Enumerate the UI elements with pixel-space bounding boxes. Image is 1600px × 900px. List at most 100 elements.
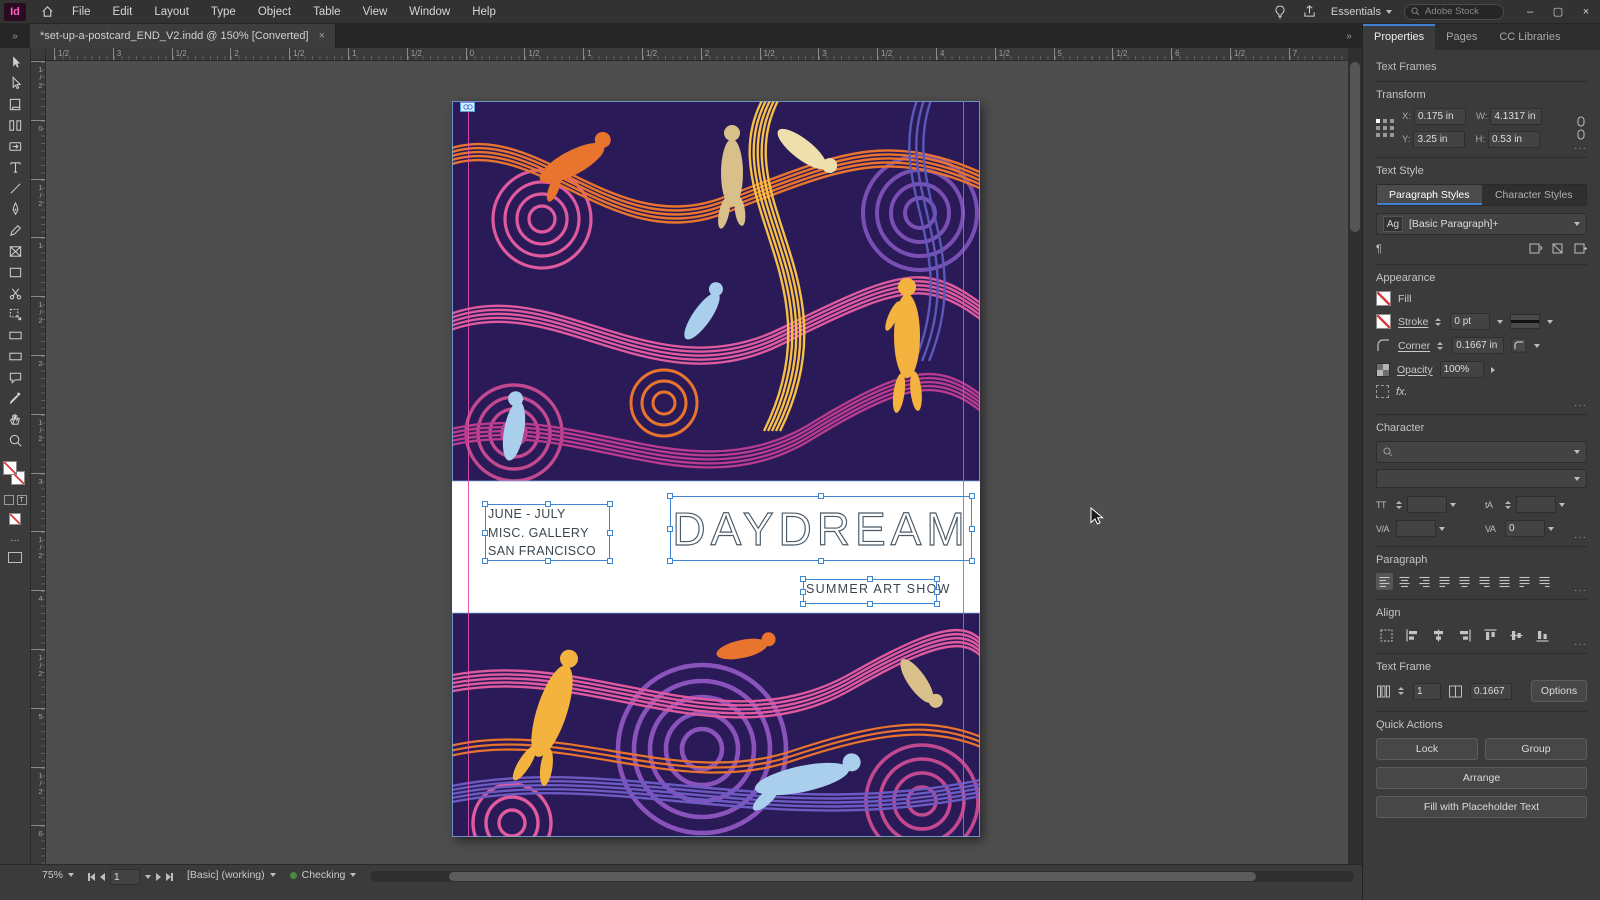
screen-mode-button[interactable] [8, 552, 22, 563]
menu-item[interactable]: Help [472, 6, 496, 18]
pen-tool[interactable] [2, 199, 28, 220]
panel-collapse-icon[interactable]: » [1336, 24, 1362, 48]
align-right-icon[interactable] [1416, 573, 1433, 590]
workspace-switcher[interactable]: Essentials [1331, 6, 1392, 18]
menu-item[interactable]: Edit [113, 6, 133, 18]
chevron-down-icon[interactable] [1559, 502, 1565, 507]
justify-right-icon[interactable] [1476, 573, 1493, 590]
tracking-field[interactable] [1505, 520, 1545, 537]
toolbar-collapse-icon[interactable]: » [0, 24, 30, 48]
close-button[interactable]: × [1572, 0, 1600, 23]
stock-search-input[interactable] [1425, 6, 1495, 17]
align-left-icon[interactable] [1376, 573, 1393, 590]
font-size-field[interactable] [1407, 496, 1447, 513]
fill-color-swatch[interactable] [1376, 291, 1391, 306]
x-field[interactable] [1413, 108, 1466, 125]
tab-properties[interactable]: Properties [1363, 24, 1436, 50]
menu-item[interactable]: Type [211, 6, 236, 18]
align-objects-hcenter-icon[interactable] [1428, 626, 1448, 644]
formatting-affects-container-icon[interactable] [3, 495, 14, 505]
chevron-down-icon[interactable] [1439, 526, 1445, 531]
tab-pages[interactable]: Pages [1435, 24, 1488, 50]
font-family-dropdown[interactable] [1376, 441, 1587, 463]
text-frame-selection-info[interactable] [482, 501, 613, 564]
content-collector-tool[interactable] [2, 136, 28, 157]
minimize-button[interactable]: – [1516, 0, 1544, 23]
menu-item[interactable]: View [363, 6, 388, 18]
stock-search[interactable] [1404, 3, 1504, 20]
page-number-field[interactable] [110, 869, 141, 885]
paragraph-more-options[interactable]: ··· [1574, 585, 1587, 596]
next-page-button[interactable] [156, 873, 162, 881]
note-tool[interactable] [2, 367, 28, 388]
text-frame-selection-subtitle[interactable] [800, 576, 940, 607]
columns-stepper[interactable] [1398, 687, 1404, 695]
last-page-button[interactable] [166, 873, 174, 881]
justify-all-icon[interactable] [1496, 573, 1513, 590]
paragraph-style-dropdown[interactable]: Ag [Basic Paragraph]+ [1376, 213, 1587, 235]
preflight-profile-menu[interactable]: [Basic] (working) [187, 869, 276, 881]
opacity-field[interactable] [1439, 361, 1484, 378]
align-objects-right-icon[interactable] [1454, 626, 1474, 644]
redefine-style-icon[interactable] [1529, 242, 1543, 255]
appearance-more-options[interactable]: ··· [1574, 400, 1587, 411]
page-tool[interactable] [2, 94, 28, 115]
gutter-field[interactable] [1470, 682, 1512, 700]
leading-field[interactable] [1516, 496, 1556, 513]
vertical-scrollbar-thumb[interactable] [1350, 62, 1360, 232]
preflight-status-menu[interactable]: Checking [289, 869, 357, 881]
corner-label[interactable]: Corner [1398, 340, 1430, 352]
opacity-label[interactable]: Opacity [1397, 364, 1433, 376]
align-objects-left-icon[interactable] [1402, 626, 1422, 644]
linked-image-badge-icon[interactable] [460, 102, 475, 112]
corner-radius-field[interactable] [1452, 337, 1505, 354]
type-tool[interactable] [2, 157, 28, 178]
document-canvas[interactable]: JUNE - JULY MISC. GALLERY SAN FRANCISCO … [46, 61, 1348, 864]
fx-label[interactable]: fx. [1396, 386, 1408, 398]
stroke-label[interactable]: Stroke [1398, 316, 1428, 328]
previous-page-button[interactable] [100, 873, 106, 881]
columns-field[interactable] [1413, 682, 1441, 700]
text-frame-options-button[interactable]: Options [1531, 680, 1587, 702]
lock-button[interactable]: Lock [1376, 738, 1478, 760]
reference-point-locator[interactable] [1376, 119, 1394, 137]
fill-swatch[interactable] [3, 461, 17, 475]
align-more-options[interactable]: ··· [1574, 639, 1587, 650]
menu-item[interactable]: Table [313, 6, 341, 18]
first-page-button[interactable] [88, 873, 96, 881]
chevron-down-icon[interactable] [1548, 526, 1554, 531]
home-icon[interactable] [38, 4, 56, 20]
chevron-down-icon[interactable] [1450, 502, 1456, 507]
align-objects-vcenter-icon[interactable] [1506, 626, 1526, 644]
gradient-swatch-tool[interactable] [2, 325, 28, 346]
group-button[interactable]: Group [1485, 738, 1587, 760]
horizontal-scrollbar[interactable] [370, 871, 1354, 882]
font-style-dropdown[interactable] [1376, 469, 1587, 488]
leading-stepper[interactable] [1505, 500, 1511, 509]
align-objects-top-icon[interactable] [1480, 626, 1500, 644]
menu-item[interactable]: Layout [154, 6, 189, 18]
selection-tool[interactable] [2, 52, 28, 73]
justify-center-icon[interactable] [1456, 573, 1473, 590]
postcard-page[interactable]: JUNE - JULY MISC. GALLERY SAN FRANCISCO … [452, 101, 980, 837]
menu-item[interactable]: File [72, 6, 91, 18]
chevron-down-icon[interactable] [1547, 319, 1554, 324]
transform-more-options[interactable]: ··· [1574, 143, 1587, 154]
chevron-down-icon[interactable] [145, 875, 152, 879]
direct-selection-tool[interactable] [2, 73, 28, 94]
text-frame-selection-title[interactable] [667, 493, 975, 564]
stroke-weight-stepper[interactable] [1435, 317, 1442, 326]
menu-item[interactable]: Window [409, 6, 450, 18]
learn-lightbulb-icon[interactable] [1271, 4, 1289, 20]
color-theme-tool[interactable] [2, 388, 28, 409]
rectangle-tool[interactable] [2, 262, 28, 283]
zoom-tool[interactable] [2, 430, 28, 451]
scissors-tool[interactable] [2, 283, 28, 304]
constrain-proportions-icon[interactable] [1575, 116, 1587, 140]
fill-stroke-control[interactable] [3, 461, 27, 487]
h-field[interactable] [1487, 131, 1540, 148]
more-tools-icon[interactable]: … [10, 533, 20, 544]
zoom-control[interactable]: 75% [42, 869, 75, 881]
corner-style-preview[interactable] [1511, 338, 1527, 353]
line-tool[interactable] [2, 178, 28, 199]
